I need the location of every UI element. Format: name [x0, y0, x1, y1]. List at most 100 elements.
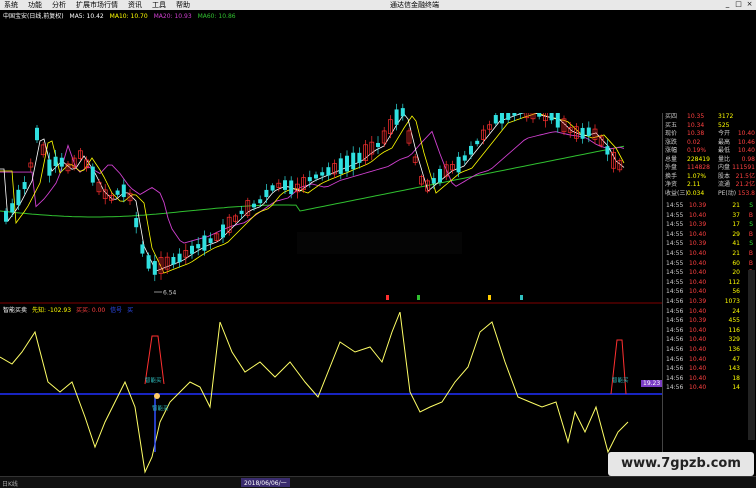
- candle-body: [22, 182, 27, 190]
- tick-row: 14:5610.40136B: [665, 345, 755, 355]
- candle-body: [190, 245, 194, 254]
- tick-volume: 143: [728, 365, 740, 373]
- quote-label-2: 3172: [718, 113, 734, 120]
- menu-item-system[interactable]: 系统: [0, 0, 24, 10]
- quote-label-2: 今开: [718, 130, 731, 137]
- menu-item-news[interactable]: 资讯: [124, 0, 148, 10]
- quote-value-2: 10.40: [737, 147, 755, 154]
- tick-time: 14:56: [666, 384, 684, 392]
- tick-price: 10.39: [689, 298, 707, 305]
- close-icon[interactable]: ×: [745, 0, 754, 9]
- signal-arrow: [488, 295, 491, 300]
- tick-volume: 37: [732, 211, 740, 219]
- tick-time: 14:56: [666, 336, 684, 344]
- quote-panel: 买四 10.35 3172 买五 10.34 525 现价 10.38 今开 10.40 涨跌 0.0…: [662, 113, 756, 475]
- tick-volume: 1073: [724, 298, 740, 305]
- quote-value: 1.07%: [687, 172, 707, 180]
- tick-price: 10.39: [689, 317, 707, 325]
- tick-row: 14:5610.4018B: [665, 374, 755, 384]
- candle-body: [283, 180, 287, 190]
- quote-value-2: 10.46: [737, 138, 755, 146]
- tick-direction: B: [748, 211, 753, 219]
- tick-time: 14:56: [666, 326, 684, 334]
- tick-time: 14:55: [666, 250, 684, 257]
- tick-price: 10.39: [689, 240, 707, 248]
- oscillator-chart[interactable]: 智能买 智能买 智能买: [0, 312, 662, 475]
- candle-body: [338, 158, 343, 174]
- tick-row: 14:55 10.39 21 S: [665, 201, 755, 211]
- tick-time: 14:56: [666, 346, 684, 353]
- tick-direction: S: [749, 221, 753, 229]
- tick-time: 14:55: [666, 259, 684, 267]
- osc-value-tag: 19.23: [641, 380, 663, 387]
- window-controls: _ □ ×: [723, 0, 754, 9]
- candle-body: [152, 261, 157, 275]
- candle-body: [438, 168, 442, 183]
- buy-signal-2: 智能买: [610, 339, 629, 395]
- signal-arrow: [417, 295, 420, 300]
- tick-volume: 21: [732, 202, 740, 209]
- quote-label-2: 最低: [718, 147, 731, 154]
- candle-body: [121, 184, 126, 198]
- candle-body: [47, 159, 52, 176]
- tick-scrollbar[interactable]: [748, 270, 755, 440]
- quote-label: 买五: [665, 121, 678, 129]
- candle-body: [10, 203, 15, 213]
- tick-time: 14:55: [666, 278, 684, 286]
- quote-row: 收益(三) 0.034 PE(动) 153.8: [665, 190, 755, 198]
- tick-time: 14:56: [666, 365, 684, 373]
- quote-label: 净资: [665, 181, 678, 188]
- tick-price: 10.40: [689, 269, 707, 277]
- tick-volume: 47: [732, 355, 740, 363]
- tick-row: 14:5610.4024B: [665, 307, 755, 317]
- candle-body: [35, 127, 39, 141]
- quote-label: 总量: [665, 155, 678, 163]
- quote-row: 净资 2.11 流通 21.2亿: [665, 181, 755, 189]
- watermark: www.7gpzb.com: [608, 452, 754, 476]
- tick-row: 14:5610.4047B: [665, 355, 755, 365]
- low-marker-label: 6.54: [163, 290, 177, 297]
- tick-volume: 20: [732, 269, 740, 277]
- tick-time: 14:56: [666, 298, 684, 305]
- tick-volume: 455: [728, 317, 740, 325]
- quote-value-2: 21.5亿: [735, 172, 755, 180]
- candle-body: [140, 244, 145, 254]
- menu-item-help[interactable]: 帮助: [172, 0, 196, 10]
- menu-item-extended-market[interactable]: 扩展市场行情: [72, 0, 124, 10]
- maximize-icon[interactable]: □: [734, 0, 743, 9]
- quote-value-2: 0.98: [741, 155, 755, 163]
- ma20-line: [0, 130, 625, 244]
- candle-body: [326, 167, 331, 176]
- tick-row: 14:5610.4014B: [665, 383, 755, 393]
- candle-body: [462, 155, 467, 161]
- candle-body: [90, 166, 95, 183]
- candle-body: [351, 152, 356, 170]
- candle-body: [264, 189, 269, 198]
- quote-row: 换手 1.07% 股本 21.5亿: [665, 173, 755, 181]
- tick-volume: 21: [732, 250, 740, 257]
- candle-body: [357, 152, 362, 163]
- menu-item-analysis[interactable]: 分析: [48, 0, 72, 10]
- tick-price: 10.40: [689, 365, 707, 373]
- osc-main-line: [0, 312, 629, 474]
- tick-volume: 14: [732, 384, 740, 392]
- tick-direction: B: [748, 259, 753, 267]
- candle-body: [320, 172, 325, 176]
- tick-price: 10.40: [689, 211, 707, 219]
- minimize-icon[interactable]: _: [723, 0, 732, 9]
- candle-body: [456, 156, 461, 173]
- candle-body: [586, 127, 591, 137]
- menu-item-tools[interactable]: 工具: [148, 0, 172, 10]
- menu-item-function[interactable]: 功能: [24, 0, 48, 10]
- tick-volume: 60: [732, 259, 740, 267]
- quote-value: 10.34: [687, 121, 705, 129]
- candle-body: [307, 177, 312, 182]
- tick-price: 10.40: [689, 374, 707, 382]
- tick-volume: 18: [732, 374, 740, 382]
- quote-label-2: 股本: [718, 172, 731, 180]
- candle-body: [549, 112, 554, 121]
- tick-price: 10.40: [689, 346, 707, 353]
- candle-body: [59, 157, 64, 167]
- tick-time: 14:56: [666, 307, 684, 315]
- low-marker: 6.54: [154, 290, 177, 297]
